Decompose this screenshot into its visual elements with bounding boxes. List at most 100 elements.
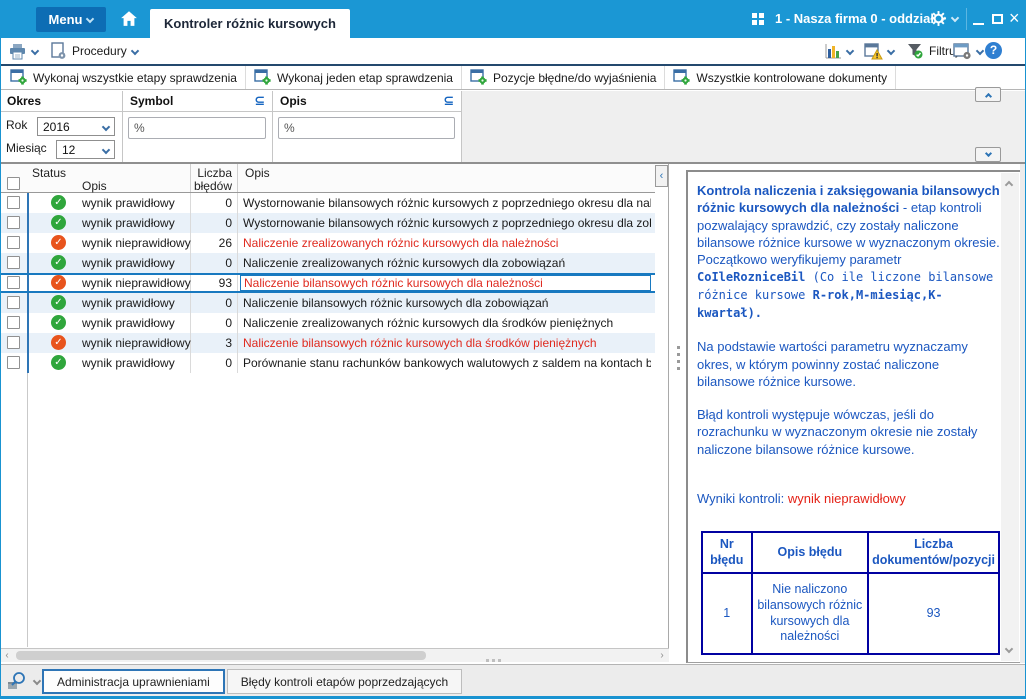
alerts-window-button[interactable] <box>864 41 896 61</box>
collapse-filter-button[interactable] <box>975 87 1001 102</box>
status-text: wynik prawidłowy <box>82 256 175 270</box>
status-icon: ✓ <box>51 215 66 230</box>
row-checkbox[interactable] <box>7 216 20 229</box>
bottom-tab[interactable]: Administracja uprawnieniami <box>42 669 225 694</box>
scroll-down-icon[interactable] <box>1004 644 1014 654</box>
error-table-cell: Nie naliczono bilansowych różnic kursowy… <box>750 572 870 655</box>
column-header-status-opis[interactable]: Opis <box>82 179 107 193</box>
toolbar-action-button[interactable]: Wszystkie kontrolowane dokumenty <box>665 66 897 89</box>
miesiac-label: Miesiąc <box>6 141 47 155</box>
procedures-button[interactable]: Procedury <box>50 41 139 61</box>
horizontal-scrollbar[interactable]: ‹ › <box>0 648 669 662</box>
scroll-left-arrow[interactable]: ‹ <box>0 649 14 662</box>
print-button[interactable] <box>8 41 40 61</box>
toolbar-action-button[interactable]: Wykonaj wszystkie etapy sprawdzenia <box>2 66 246 89</box>
toolbar-action-button[interactable]: Pozycje błędne/do wyjaśnienia <box>462 66 666 89</box>
detail-panel: Kontrola naliczenia i zaksięgowania bila… <box>686 170 1020 663</box>
row-checkbox[interactable] <box>7 256 20 269</box>
row-description: Porównanie stanu rachunków bankowych wal… <box>243 356 651 370</box>
scroll-right-arrow[interactable]: › <box>655 649 669 662</box>
filter-column-opis: Opis ⊆ <box>273 91 462 162</box>
toolbar-action-label: Pozycje błędne/do wyjaśnienia <box>492 70 657 85</box>
row-checkbox[interactable] <box>7 296 20 309</box>
column-header-liczba[interactable]: Liczba <box>190 166 232 180</box>
row-checkbox[interactable] <box>7 356 20 369</box>
run-procedure-icon <box>673 69 691 85</box>
chevron-down-icon <box>130 46 139 56</box>
toolbar-action-button[interactable]: Wykonaj jeden etap sprawdzenia <box>246 66 462 89</box>
opis-header[interactable]: Opis ⊆ <box>273 91 461 112</box>
collapse-detail-button[interactable]: ‹ <box>655 165 668 187</box>
row-checkbox[interactable] <box>7 196 20 209</box>
scrollbar-thumb[interactable] <box>16 651 426 660</box>
chart-view-button[interactable] <box>824 41 855 61</box>
status-icon: ✓ <box>51 315 66 330</box>
maximize-button[interactable] <box>992 14 1003 24</box>
main-toolbar: Procedury Filtruj ? <box>0 38 1026 66</box>
layout-settings-button[interactable] <box>953 41 985 61</box>
okres-label: Okres <box>7 94 42 108</box>
symbol-header[interactable]: Symbol ⊆ <box>123 91 272 112</box>
table-row[interactable]: ✓ wynik nieprawidłowy 26 Naliczenie zrea… <box>0 233 655 253</box>
resize-grip[interactable] <box>486 659 502 662</box>
table-row[interactable]: ✓ wynik prawidłowy 0 Naliczenie bilansow… <box>0 293 655 313</box>
column-header-opis[interactable]: Opis <box>245 166 270 180</box>
table-row[interactable]: ✓ wynik prawidłowy 0 Wystornowanie bilan… <box>0 213 655 233</box>
scroll-up-icon[interactable] <box>1004 180 1014 190</box>
row-checkbox[interactable] <box>7 336 20 349</box>
procedures-label: Procedury <box>72 44 127 58</box>
bottom-tab[interactable]: Błędy kontroli etapów poprzedzających <box>226 669 463 694</box>
close-button[interactable]: × <box>1009 8 1020 28</box>
rok-select[interactable]: 2016 <box>37 117 115 136</box>
status-icon: ✓ <box>51 335 66 350</box>
toolbar-action-label: Wykonaj wszystkie etapy sprawdzenia <box>33 70 237 85</box>
table-row[interactable]: ✓ wynik prawidłowy 0 Porównanie stanu ra… <box>0 353 655 373</box>
chevron-up-icon <box>984 92 992 100</box>
bar-chart-icon <box>825 43 841 58</box>
status-icon: ✓ <box>51 195 66 210</box>
error-count: 0 <box>225 356 232 370</box>
apps-grid-icon[interactable] <box>752 13 765 26</box>
contains-operator-icon[interactable]: ⊆ <box>443 94 454 109</box>
minimize-button[interactable] <box>973 23 984 25</box>
splitter-handle <box>677 346 680 372</box>
row-description: Naliczenie bilansowych różnic kursowych … <box>243 296 549 310</box>
menu-label: Menu <box>48 12 83 27</box>
table-row[interactable]: ✓ wynik prawidłowy 0 Naliczenie zrealizo… <box>0 253 655 273</box>
menu-button[interactable]: Menu <box>36 7 106 32</box>
home-icon[interactable] <box>120 10 138 27</box>
row-description-cell: Wystornowanie bilansowych różnic kursowy… <box>243 193 651 213</box>
select-all-checkbox[interactable] <box>7 177 20 190</box>
company-selector[interactable]: 1 - Nasza firma 0 - oddział <box>775 11 947 26</box>
expand-filter-button[interactable] <box>975 147 1001 162</box>
status-text: wynik prawidłowy <box>82 356 175 370</box>
procedure-document-icon <box>51 42 66 59</box>
table-row[interactable]: ✓ wynik nieprawidłowy 3 Naliczenie bilan… <box>0 333 655 353</box>
error-count: 93 <box>218 276 232 290</box>
row-checkbox[interactable] <box>7 276 20 289</box>
toolbar-action-label: Wszystkie kontrolowane dokumenty <box>696 70 888 85</box>
table-row[interactable]: ✓ wynik prawidłowy 0 Naliczenie zrealizo… <box>0 313 655 333</box>
column-header-liczba2[interactable]: błędów <box>190 179 232 193</box>
row-checkbox[interactable] <box>7 236 20 249</box>
column-header-status[interactable]: Status <box>32 166 66 180</box>
preview-button[interactable] <box>7 671 42 690</box>
rok-label: Rok <box>6 118 28 132</box>
document-tab[interactable]: Kontroler różnic kursowych <box>150 9 350 38</box>
bottom-tab-label: Administracja uprawnieniami <box>57 674 210 689</box>
help-button[interactable]: ? <box>985 42 1002 59</box>
table-row[interactable]: ✓ wynik nieprawidłowy 93 Naliczenie bila… <box>0 273 655 293</box>
chevron-down-icon <box>886 46 896 56</box>
panel-splitter[interactable] <box>670 164 686 662</box>
row-checkbox[interactable] <box>7 316 20 329</box>
table-row[interactable]: ✓ wynik prawidłowy 0 Wystornowanie bilan… <box>0 193 655 213</box>
symbol-filter-input[interactable] <box>128 117 266 139</box>
contains-operator-icon[interactable]: ⊆ <box>254 94 265 109</box>
filter-button[interactable]: Filtruj <box>906 41 958 61</box>
chevron-down-icon <box>975 46 985 56</box>
miesiac-select[interactable]: 12 <box>56 140 115 159</box>
opis-filter-input[interactable] <box>278 117 455 139</box>
settings-gear-icon[interactable] <box>930 10 960 30</box>
detail-scrollbar[interactable] <box>1001 173 1019 661</box>
status-icon: ✓ <box>51 255 66 270</box>
